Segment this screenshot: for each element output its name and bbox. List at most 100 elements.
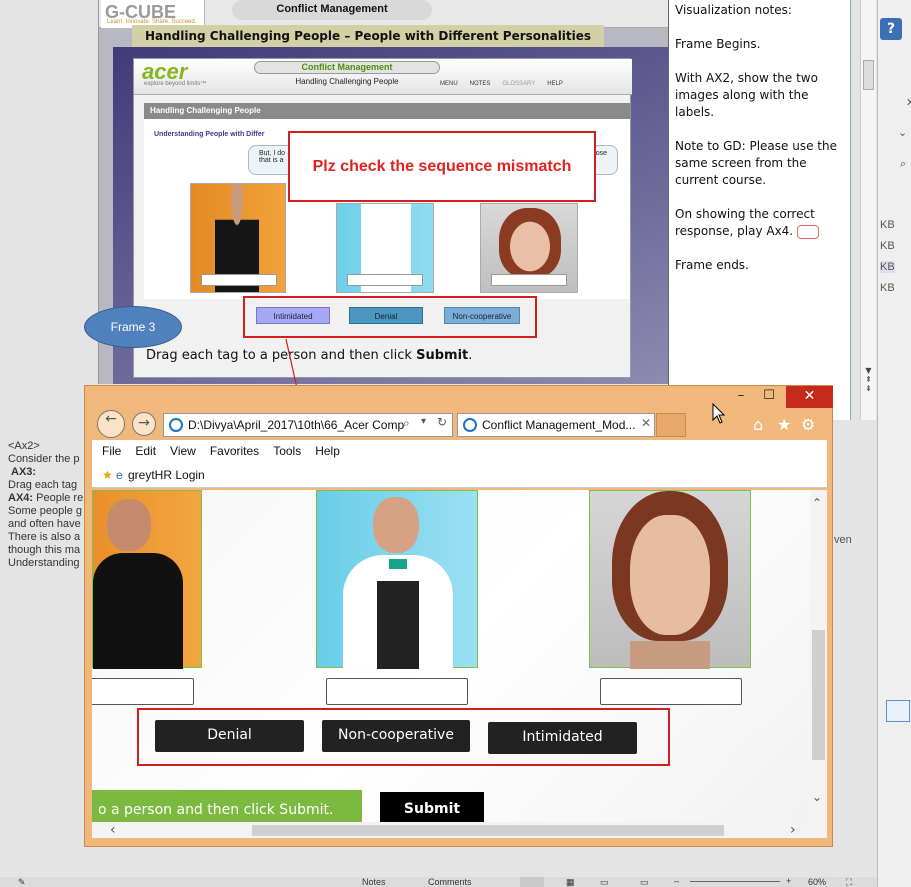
right-pane: ? ✕ ⌄ ⌕ KB KB KB KB [877, 0, 911, 887]
person-face [630, 515, 710, 635]
menu-tools[interactable]: Tools [273, 444, 301, 458]
ie-link-icon: e [116, 468, 123, 482]
instruction-banner: o a person and then click Submit. [92, 790, 362, 822]
tab-conflict-management[interactable]: Conflict Management_Mod... [457, 413, 655, 437]
notes-scrollbar[interactable]: ▼ ⇞ ⇟ [860, 0, 876, 420]
zoom-in-icon[interactable]: + [786, 876, 791, 886]
star-icon[interactable]: ★ [777, 415, 791, 434]
menu-edit[interactable]: Edit [135, 444, 156, 458]
status-notes[interactable]: Notes [362, 877, 386, 887]
slideshow-icon[interactable]: ▭ [640, 877, 649, 887]
course-menu-item[interactable]: HELP [547, 81, 563, 87]
menu-help[interactable]: Help [315, 444, 340, 458]
course-content: Denial Non-cooperative Intimidated o a p… [92, 490, 810, 822]
normal-view-icon[interactable] [520, 877, 544, 887]
ie-page-icon [169, 418, 183, 432]
acer-tagline: explore beyond limits™ [144, 81, 207, 87]
notes-line: Note to GD: Please use the same screen f… [675, 139, 837, 187]
slide-heading: Handling Challenging People – People wit… [132, 25, 604, 47]
person-photo-1 [190, 183, 286, 293]
course-menu-item[interactable]: NOTES [470, 81, 491, 87]
submit-button[interactable]: Submit [380, 792, 484, 822]
new-tab-button[interactable] [656, 413, 686, 437]
notes-line: Frame ends. [675, 258, 749, 272]
search-icon[interactable]: ⌕ [403, 416, 410, 431]
status-comments[interactable]: Comments [428, 877, 472, 887]
favorites-star-icon[interactable]: ★ [102, 462, 113, 488]
course-header: acer explore beyond limits™ Conflict Man… [134, 59, 632, 95]
maximize-button[interactable]: ☐ [755, 386, 783, 408]
back-icon[interactable]: ← [97, 410, 125, 438]
scroll-right-icon[interactable]: › [790, 822, 796, 838]
help-icon[interactable]: ? [880, 18, 902, 40]
fit-window-icon[interactable]: ⛶ [846, 877, 852, 887]
course-menu-item[interactable]: GLOSSARY [502, 81, 535, 87]
section-title-bar: Handling Challenging People [144, 103, 630, 119]
course-menu: MENU NOTES GLOSSARY HELP [440, 81, 563, 87]
content-horizontal-scrollbar[interactable]: ‹ › [92, 822, 827, 838]
menu-file[interactable]: File [102, 444, 121, 458]
scroll-thumb[interactable] [863, 60, 874, 90]
gear-icon[interactable]: ⚙ [801, 415, 815, 434]
annotation-callout: Plz check the sequence mismatch [288, 131, 596, 202]
refresh-icon[interactable]: ↻ [437, 415, 447, 429]
favorite-greythr[interactable]: greytHR Login [128, 468, 205, 482]
person-image-2 [316, 490, 478, 669]
search-icon[interactable]: ⌕ [900, 158, 906, 171]
notes-line: With AX2, show the two images along with… [675, 71, 818, 119]
edit-icon[interactable]: ✎ [18, 877, 26, 887]
notes-line: Visualization notes: [675, 3, 792, 17]
content-vertical-scrollbar[interactable]: ⌃ ⌄ [810, 490, 827, 822]
forward-icon[interactable]: → [132, 412, 156, 436]
comment-icon[interactable] [796, 224, 819, 239]
sorter-view-icon[interactable]: ▦ [566, 877, 575, 887]
scroll-up-icon[interactable]: ⌃ [812, 496, 822, 510]
answer-field-2[interactable] [326, 678, 468, 705]
drop-field[interactable] [491, 274, 567, 286]
person-bowtie [389, 559, 407, 569]
minimize-button[interactable]: – [727, 386, 755, 408]
answer-field-3[interactable] [600, 678, 742, 705]
drop-field[interactable] [201, 274, 277, 286]
browser-window: – ☐ ✕ ← → D:\Divya\April_2017\10th\66_Ac… [84, 385, 833, 847]
tab-icon [463, 418, 477, 432]
speaker-notes: <Ax2> Consider the p AX3: Drag each tag … [8, 440, 84, 569]
close-button[interactable]: ✕ [786, 386, 833, 408]
zoom-slider[interactable] [690, 881, 780, 882]
size-label: KB [880, 240, 895, 252]
scroll-down-icon[interactable]: ⌄ [812, 790, 822, 804]
person-figure [499, 208, 561, 278]
scroll-arrows-icon[interactable]: ▼ ⇞ ⇟ [861, 366, 876, 393]
scroll-thumb[interactable] [812, 630, 825, 760]
size-label: KB [880, 219, 895, 231]
answer-field-1[interactable] [92, 678, 194, 705]
course-menu-item[interactable]: MENU [440, 81, 458, 87]
scroll-thumb[interactable] [252, 825, 724, 836]
person-image-3 [589, 490, 751, 669]
menu-favorites[interactable]: Favorites [210, 444, 259, 458]
tags-highlight-box [243, 296, 537, 338]
dropdown-icon[interactable]: ▾ [421, 416, 426, 427]
buttons-highlight-box [137, 708, 670, 766]
notes-line: Frame Begins. [675, 37, 761, 51]
tab-close-icon[interactable]: ✕ [641, 416, 651, 430]
person-neck [630, 641, 710, 669]
home-icon[interactable]: ⌂ [753, 415, 763, 434]
zoom-level[interactable]: 60% [808, 877, 826, 887]
grid-icon[interactable] [886, 700, 910, 722]
menu-bar: File Edit View Favorites Tools Help [92, 440, 827, 462]
reading-view-icon[interactable]: ▭ [600, 877, 609, 887]
drop-field[interactable] [347, 274, 423, 286]
size-label: KB [880, 282, 895, 294]
close-icon[interactable]: ✕ [906, 96, 911, 109]
favorites-bar: ★ e greytHR Login [92, 462, 827, 488]
menu-view[interactable]: View [170, 444, 196, 458]
text-fragment: ven [834, 534, 852, 546]
zoom-out-icon[interactable]: – [674, 876, 679, 886]
mouse-cursor-icon [712, 403, 726, 424]
scroll-left-icon[interactable]: ‹ [110, 822, 116, 838]
slide-top-title: Conflict Management [232, 0, 432, 20]
course-title: Conflict Management [254, 61, 440, 74]
chevron-down-icon[interactable]: ⌄ [898, 126, 907, 139]
course-subtitle: Handling Challenging People [295, 77, 399, 86]
